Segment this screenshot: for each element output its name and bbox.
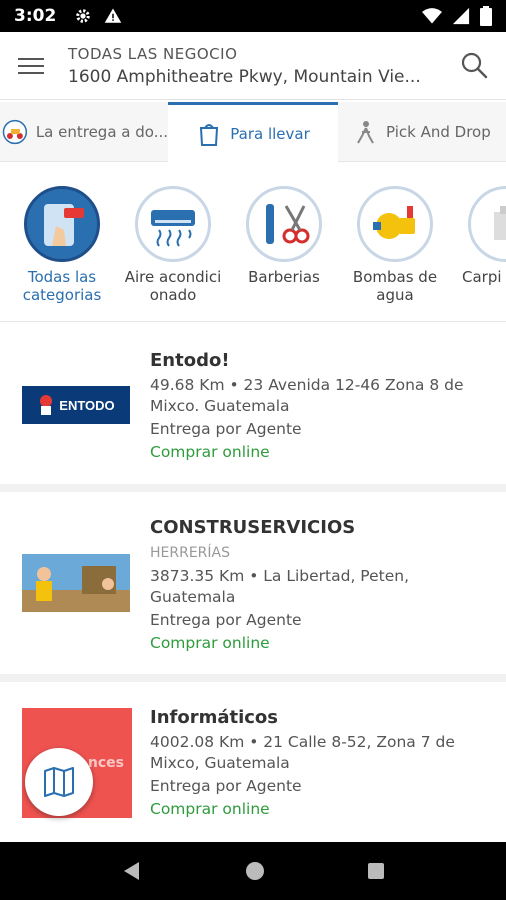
category-water-pumps[interactable]: Bombas de agua — [339, 186, 451, 304]
search-icon[interactable] — [460, 51, 488, 79]
business-card[interactable]: ENTODO Entodo! 49.68 Km • 23 Avenida 12-… — [0, 324, 506, 492]
business-logo: ENTODO — [22, 386, 130, 424]
tab-takeaway[interactable]: Para llevar — [168, 102, 338, 162]
battery-icon — [480, 6, 492, 26]
category-all-label: Todas las categorias — [22, 268, 102, 304]
entodo-mascot-icon — [40, 395, 53, 415]
tab-delivery-label: La entrega a do... — [35, 123, 168, 141]
business-name: Informáticos — [150, 707, 279, 728]
takeaway-bag-icon — [200, 123, 219, 146]
entodo-logo-text: ENTODO — [59, 397, 115, 413]
back-icon[interactable] — [121, 860, 143, 882]
business-name: Entodo! — [150, 350, 230, 371]
category-air-conditioning[interactable]: Aire acondici onado — [117, 186, 229, 304]
delivery-icon — [2, 119, 28, 145]
status-time: 3:02 — [14, 6, 57, 26]
buy-online-link[interactable]: Comprar online — [150, 800, 270, 818]
category-carpentry[interactable]: Carpi — [450, 186, 506, 286]
app-bar: TODAS LAS NEGOCIO 1600 Amphitheatre Pkwy… — [0, 32, 506, 100]
business-card[interactable]: CONSTRUSERVICIOS HERRERÍAS 3873.35 Km • … — [0, 492, 506, 682]
tab-pick-and-drop-label: Pick And Drop — [386, 123, 491, 141]
status-bar: 3:02 — [0, 0, 506, 32]
business-logo — [22, 554, 130, 612]
business-address: 49.68 Km • 23 Avenida 12-46 Zona 8 de Mi… — [150, 376, 464, 415]
carpentry-icon — [468, 186, 506, 262]
warning-icon — [105, 8, 122, 23]
category-carousel: Todas las categorias Aire acondici onado… — [0, 162, 506, 322]
settings-icon — [76, 9, 91, 23]
business-category: HERRERÍAS — [150, 545, 230, 561]
business-name: CONSTRUSERVICIOS — [150, 517, 356, 538]
category-barbers[interactable]: Barberias — [228, 186, 340, 286]
business-delivery-type: Entrega por Agente — [150, 420, 302, 438]
water-pump-icon — [357, 186, 433, 262]
courier-icon — [357, 121, 374, 144]
air-conditioner-icon — [135, 186, 211, 262]
tab-pick-and-drop[interactable]: Pick And Drop — [338, 102, 506, 162]
wifi-icon — [422, 8, 442, 24]
system-nav-bar — [0, 842, 506, 900]
category-carpentry-label: Carpi — [462, 268, 502, 286]
business-delivery-type: Entrega por Agente — [150, 611, 302, 629]
category-all[interactable]: Todas las categorias — [6, 186, 118, 304]
map-icon — [44, 767, 74, 797]
barber-tools-icon — [246, 186, 322, 262]
tab-delivery[interactable]: La entrega a do... — [0, 102, 168, 162]
business-address: 4002.08 Km • 21 Calle 8-52, Zona 7 de Mi… — [150, 733, 455, 772]
delivery-tabs: La entrega a do... Para llevar Pick And … — [0, 102, 506, 162]
buy-online-link[interactable]: Comprar online — [150, 634, 270, 652]
informaticos-logo-text: nces — [87, 755, 124, 771]
business-address: 3873.35 Km • La Libertad, Peten, Guatema… — [150, 567, 409, 606]
home-icon[interactable] — [245, 861, 265, 881]
buy-online-link[interactable]: Comprar online — [150, 443, 270, 461]
category-all-icon — [24, 186, 100, 262]
category-barbers-label: Barberias — [248, 268, 320, 286]
map-view-button[interactable] — [25, 748, 93, 816]
category-water-pumps-label: Bombas de agua — [352, 268, 438, 304]
recents-icon[interactable] — [367, 862, 385, 880]
header-subtitle: TODAS LAS NEGOCIO — [68, 45, 238, 63]
signal-icon — [452, 7, 470, 25]
business-delivery-type: Entrega por Agente — [150, 777, 302, 795]
location-address[interactable]: 1600 Amphitheatre Pkwy, Mountain Vie... — [68, 67, 440, 87]
tab-takeaway-label: Para llevar — [230, 124, 310, 143]
category-air-conditioning-label: Aire acondici onado — [124, 268, 222, 304]
hamburger-icon[interactable] — [18, 52, 46, 80]
